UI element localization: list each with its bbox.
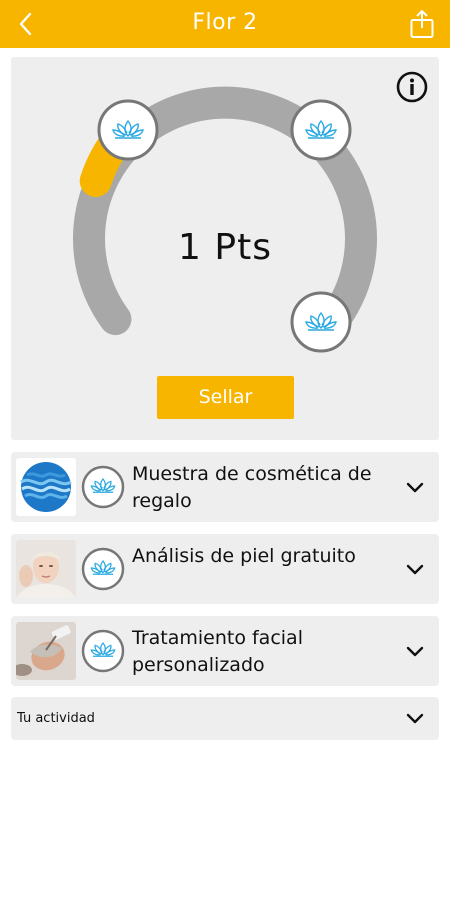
reward-item[interactable]: Análisis de piel gratuito	[11, 534, 439, 604]
share-icon	[410, 10, 434, 38]
stamp-card: 1 Pts Sellar	[11, 57, 439, 440]
reward-item[interactable]: Tratamiento facial personalizado	[11, 616, 439, 686]
chevron-down-icon[interactable]	[403, 642, 427, 662]
lotus-badge-icon	[81, 629, 125, 673]
share-button[interactable]	[402, 4, 442, 44]
blue-waves-image	[16, 458, 76, 516]
points-value: 1 Pts	[178, 227, 272, 268]
info-icon[interactable]	[395, 70, 429, 104]
milestone-lotus-icon	[290, 99, 352, 161]
woman-skin-image	[16, 540, 76, 598]
activity-section[interactable]: Tu actividad	[11, 697, 439, 740]
reward-title: Tratamiento facial personalizado	[132, 627, 303, 676]
lotus-badge-icon	[81, 465, 125, 509]
facial-treatment-image	[16, 622, 76, 680]
chevron-down-icon[interactable]	[403, 478, 427, 498]
reward-title: Muestra de cosmética de regalo	[132, 463, 372, 512]
top-app-bar: Flor 2	[0, 0, 450, 48]
stamp-button[interactable]: Sellar	[157, 376, 294, 419]
reward-item[interactable]: Muestra de cosmética de regalo	[11, 452, 439, 522]
chevron-down-icon[interactable]	[403, 560, 427, 580]
milestone-lotus-icon	[97, 99, 159, 161]
reward-title: Análisis de piel gratuito	[132, 545, 356, 567]
activity-label: Tu actividad	[17, 711, 95, 726]
milestone-lotus-icon	[290, 291, 352, 353]
page-title: Flor 2	[192, 10, 258, 35]
lotus-badge-icon	[81, 547, 125, 591]
chevron-down-icon[interactable]	[403, 709, 427, 729]
